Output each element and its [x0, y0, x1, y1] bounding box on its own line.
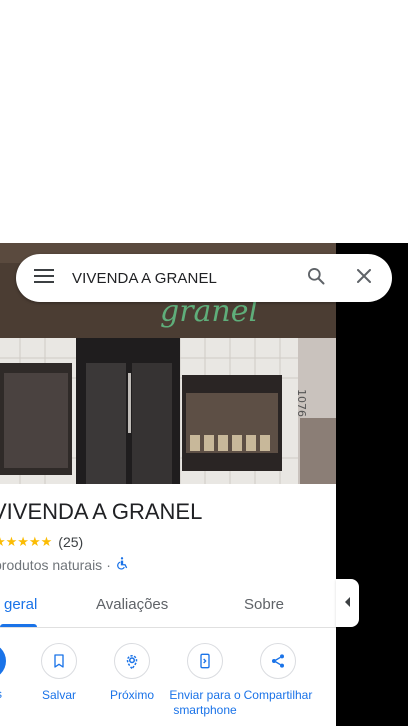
category-row: produtos naturais · [0, 556, 129, 573]
nearby-label: Próximo [109, 688, 154, 702]
nearby-button[interactable]: Próximo [94, 643, 170, 703]
rating-row[interactable]: ★★★★★ (25) [0, 534, 83, 550]
send-to-phone-icon [187, 643, 223, 679]
review-count[interactable]: (25) [58, 534, 83, 550]
bookmark-icon [41, 643, 77, 679]
place-title: VIVENDA A GRANEL [0, 499, 203, 524]
directions-button[interactable] [0, 643, 6, 679]
close-icon [357, 268, 371, 288]
share-label: Compartilhar [243, 688, 313, 702]
category-label[interactable]: produtos naturais [0, 557, 102, 573]
wheelchair-icon [115, 556, 129, 573]
send-to-phone-label: Enviar para o smartphone [169, 688, 241, 717]
directions-label: s [0, 687, 2, 701]
collapse-panel-button[interactable] [336, 579, 359, 627]
tab-about[interactable]: Sobre [244, 596, 284, 613]
send-to-phone-button[interactable]: Enviar para o smartphone [167, 643, 243, 718]
save-button[interactable]: Salvar [21, 643, 97, 703]
rating-stars: ★★★★★ [0, 534, 53, 549]
address-number: 1076 [295, 389, 308, 417]
menu-button[interactable] [16, 254, 72, 302]
search-bar: VIVENDA A GRANEL [16, 254, 392, 302]
hamburger-icon [34, 268, 54, 288]
tab-overview[interactable]: geral [4, 596, 37, 613]
share-icon [260, 643, 296, 679]
active-tab-indicator [0, 624, 37, 627]
share-button[interactable]: Compartilhar [240, 643, 316, 703]
search-button[interactable] [292, 254, 340, 302]
place-panel: granel 1076 VIVENDA A GRANEL ★★★★ (25) p… [0, 243, 336, 726]
tab-reviews[interactable]: Avaliações [96, 596, 168, 613]
map-area-dark [336, 243, 408, 726]
map-area-blank [0, 0, 408, 243]
search-icon [306, 266, 326, 291]
tab-bar: geral Avaliações Sobre [0, 585, 336, 628]
clear-search-button[interactable] [340, 254, 388, 302]
caret-left-icon [344, 594, 352, 612]
save-label: Salvar [41, 688, 76, 702]
search-input[interactable]: VIVENDA A GRANEL [72, 270, 292, 287]
separator: · [106, 556, 111, 573]
nearby-icon [114, 643, 150, 679]
